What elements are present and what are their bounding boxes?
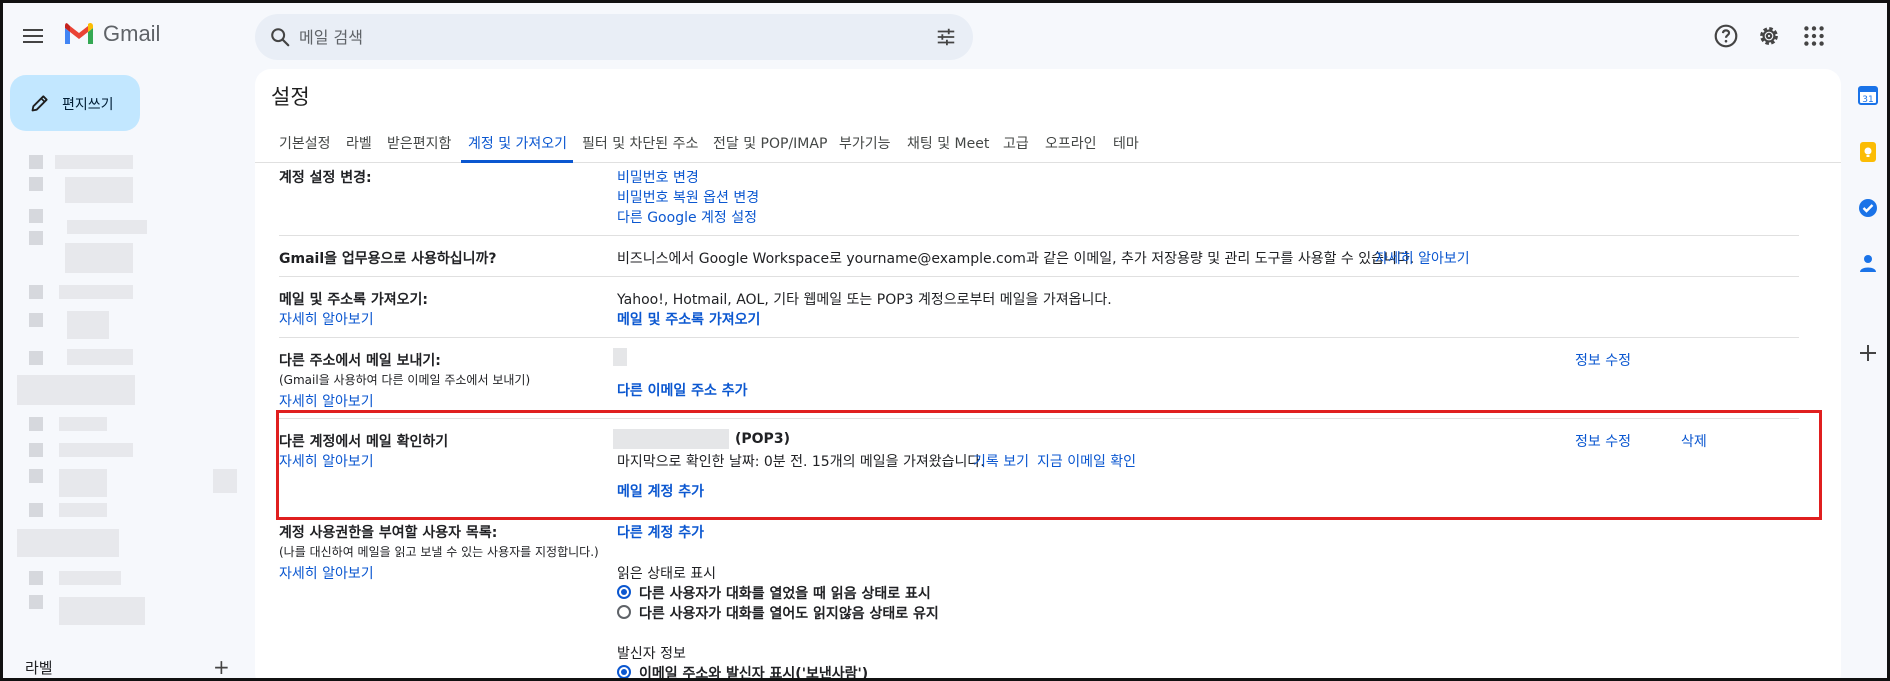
sender-info-heading: 발신자 정보 [617,646,686,662]
change-password-link[interactable]: 비밀번호 변경 [617,167,699,187]
business-learn-more-link[interactable]: 자세히 알아보기 [1375,248,1470,268]
svg-text:31: 31 [1862,95,1873,105]
compose-button[interactable]: 편지쓰기 [10,75,140,131]
show-sender-radio[interactable] [617,665,631,678]
calendar-icon[interactable]: 31 [1856,83,1880,107]
row-divider [279,276,1799,277]
tab-themes[interactable]: 테마 [1113,133,1139,153]
read-status-heading: 읽은 상태로 표시 [617,566,717,582]
highlight-box [276,410,1822,520]
other-google-settings-link[interactable]: 다른 Google 계정 설정 [617,207,757,227]
pencil-icon [31,95,48,112]
gmail-wordmark: Gmail [103,21,161,46]
tab-advanced[interactable]: 고급 [1003,133,1029,153]
tab-forwarding[interactable]: 전달 및 POP/IMAP [713,133,827,153]
tab-addons[interactable]: 부가기능 [839,133,891,153]
search-input[interactable] [299,22,859,52]
tasks-icon[interactable] [1856,196,1880,220]
grant-access-learn-more-link[interactable]: 자세히 알아보기 [279,563,374,583]
send-as-label: 다른 주소에서 메일 보내기: [279,353,441,369]
labels-heading: 라벨 [25,659,53,677]
import-label: 메일 및 주소록 가져오기: [279,292,429,308]
send-as-learn-more-link[interactable]: 자세히 알아보기 [279,391,374,411]
grant-access-description: (나를 대신하여 메일을 읽고 보낼 수 있는 사용자를 지정합니다.) [279,545,599,559]
tab-general[interactable]: 기본설정 [279,133,331,153]
search-bar [255,14,973,60]
active-tab-indicator [461,160,573,163]
tab-chat-meet[interactable]: 채팅 및 Meet [907,133,989,153]
change-account-label: 계정 설정 변경: [279,170,372,186]
business-label: Gmail을 업무용으로 사용하십니까? [279,251,497,267]
add-another-account-link[interactable]: 다른 계정 추가 [617,522,704,542]
add-label-button[interactable]: + [213,655,230,678]
add-email-address-link[interactable]: 다른 이메일 주소 추가 [617,380,748,400]
keep-unread-option-label: 다른 사용자가 대화를 열어도 읽지않음 상태로 유지 [639,606,939,622]
add-app-icon[interactable] [1856,341,1880,365]
business-text: 비즈니스에서 Google Workspace로 yourname@exampl… [617,251,1415,267]
keep-unread-radio[interactable] [617,605,631,619]
change-recovery-link[interactable]: 비밀번호 복원 옵션 변경 [617,187,759,207]
row-divider [279,337,1799,338]
send-as-description: (Gmail을 사용하여 다른 이메일 주소에서 보내기) [279,373,531,387]
send-as-edit-link[interactable]: 정보 수정 [1575,350,1631,370]
main-menu-icon[interactable] [23,25,47,49]
search-options-icon[interactable] [935,26,957,48]
mark-read-option-label: 다른 사용자가 대화를 열었을 때 읽음 상태로 표시 [639,586,931,602]
mark-read-radio[interactable] [617,585,631,599]
settings-tabs: 기본설정 라벨 받은편지함 계정 및 가져오기 필터 및 차단된 주소 전달 및… [255,123,1841,163]
compose-label: 편지쓰기 [62,97,114,113]
import-text: Yahoo!, Hotmail, AOL, 기타 웹메일 또는 POP3 계정으… [617,292,1112,308]
show-sender-option-label: 이메일 주소와 발신자 표시('보낸사람') [639,666,869,681]
gmail-window: Gmail 메일 검색 편지쓰기 라벨 + 설정 기본설정 라벨 받은편지함 계… [0,0,1890,681]
row-divider [279,235,1799,236]
page-title: 설정 [271,85,310,109]
contacts-icon[interactable] [1856,251,1880,275]
tab-accounts-import[interactable]: 계정 및 가져오기 [468,133,567,153]
tab-filters[interactable]: 필터 및 차단된 주소 [582,133,698,153]
grant-access-label: 계정 사용권한을 부여할 사용자 목록: [279,525,498,541]
redacted-email [613,348,627,366]
help-icon[interactable] [1713,23,1739,49]
apps-grid-icon[interactable] [1801,23,1827,49]
tab-offline[interactable]: 오프라인 [1045,133,1097,153]
import-learn-more-link[interactable]: 자세히 알아보기 [279,309,374,329]
settings-panel: 설정 기본설정 라벨 받은편지함 계정 및 가져오기 필터 및 차단된 주소 전… [255,69,1841,681]
settings-gear-icon[interactable] [1756,23,1782,49]
import-mail-contacts-link[interactable]: 메일 및 주소록 가져오기 [617,309,760,329]
tab-labels[interactable]: 라벨 [346,133,372,153]
search-icon[interactable] [269,26,291,48]
keep-icon[interactable] [1856,140,1880,164]
tab-inbox[interactable]: 받은편지함 [387,133,451,153]
gmail-logo-icon [65,22,93,44]
